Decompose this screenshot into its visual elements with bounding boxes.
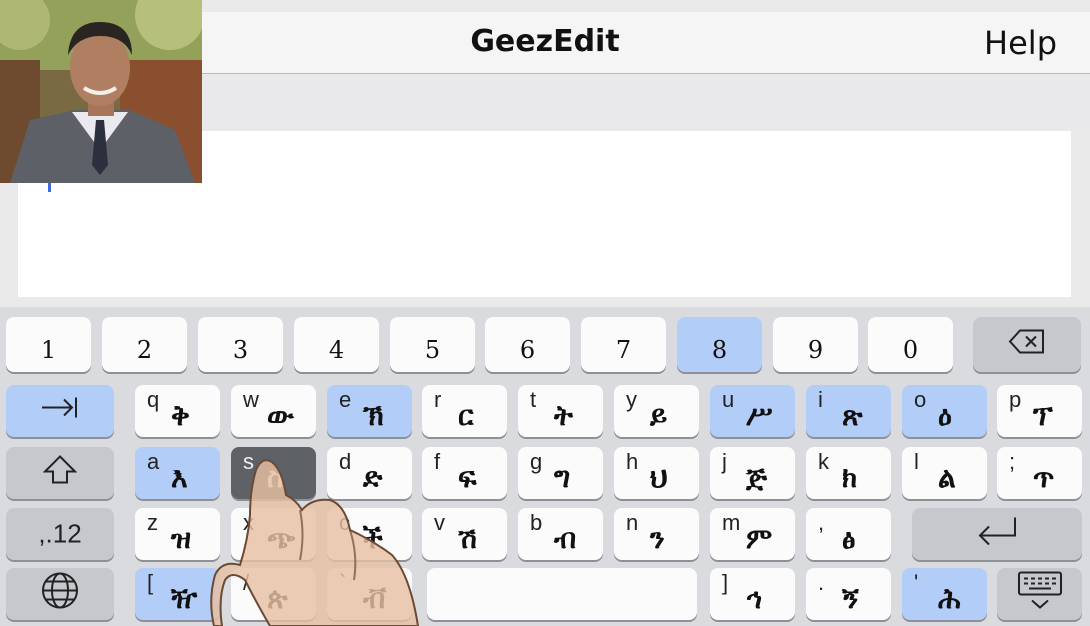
key-x[interactable]: xጭ: [231, 508, 316, 560]
key-4[interactable]: 4: [294, 317, 379, 372]
return-icon: [912, 516, 1082, 553]
key-c[interactable]: cች: [327, 508, 412, 560]
key-5[interactable]: 5: [390, 317, 475, 372]
key-n[interactable]: nን: [614, 508, 699, 560]
key-t[interactable]: tት: [518, 385, 603, 437]
key-u[interactable]: uሥ: [710, 385, 795, 437]
key-6[interactable]: 6: [485, 317, 570, 372]
hide-keyboard-key[interactable]: [997, 568, 1082, 620]
key-comma[interactable]: ,ፅ: [806, 508, 891, 560]
key-2[interactable]: 2: [102, 317, 187, 372]
key-p[interactable]: pፕ: [997, 385, 1082, 437]
keyboard-hide-icon: [997, 571, 1082, 618]
key-l[interactable]: lል: [902, 447, 987, 499]
key-apostrophe[interactable]: ' ሕ: [902, 568, 987, 620]
key-j[interactable]: jጅ: [710, 447, 795, 499]
ethiopic-keyboard: 1 2 3 4 5 6 7 8 9 0 qቅ wው eኽ rር tት yይ uሥ…: [0, 307, 1090, 626]
key-3[interactable]: 3: [198, 317, 283, 372]
shift-key[interactable]: [6, 447, 114, 499]
key-y[interactable]: yይ: [614, 385, 699, 437]
key-e[interactable]: eኽ: [327, 385, 412, 437]
key-m[interactable]: mም: [710, 508, 795, 560]
shift-icon: [6, 455, 114, 492]
key-0[interactable]: 0: [868, 317, 953, 372]
key-b[interactable]: bብ: [518, 508, 603, 560]
key-w[interactable]: wው: [231, 385, 316, 437]
help-button[interactable]: Help: [984, 24, 1057, 62]
key-period[interactable]: .ኝ: [806, 568, 891, 620]
backspace-icon: [973, 328, 1081, 361]
key-q[interactable]: qቅ: [135, 385, 220, 437]
key-g[interactable]: gግ: [518, 447, 603, 499]
key-f[interactable]: fፍ: [422, 447, 507, 499]
key-8[interactable]: 8: [677, 317, 762, 372]
key-v[interactable]: vሽ: [422, 508, 507, 560]
key-o[interactable]: oዕ: [902, 385, 987, 437]
tab-icon: [6, 395, 114, 428]
space-key[interactable]: [427, 568, 697, 620]
numbers-key[interactable]: ,.12: [6, 508, 114, 560]
return-key[interactable]: [912, 508, 1082, 560]
key-left-bracket[interactable]: [ዥ: [135, 568, 220, 620]
globe-icon: [6, 571, 114, 618]
key-slash[interactable]: / ጵ: [231, 568, 316, 620]
key-9[interactable]: 9: [773, 317, 858, 372]
key-backtick[interactable]: ` ቭ: [327, 568, 412, 620]
key-d[interactable]: dድ: [327, 447, 412, 499]
key-1[interactable]: 1: [6, 317, 91, 372]
key-7[interactable]: 7: [581, 317, 666, 372]
author-photo: [0, 0, 202, 183]
key-k[interactable]: kክ: [806, 447, 891, 499]
key-h[interactable]: hህ: [614, 447, 699, 499]
key-r[interactable]: rር: [422, 385, 507, 437]
globe-key[interactable]: [6, 568, 114, 620]
key-i[interactable]: iጽ: [806, 385, 891, 437]
key-semicolon[interactable]: ; ጥ: [997, 447, 1082, 499]
backspace-key[interactable]: [973, 317, 1081, 372]
key-z[interactable]: zዝ: [135, 508, 220, 560]
key-s[interactable]: sስ: [231, 447, 316, 499]
tab-key[interactable]: [6, 385, 114, 437]
key-right-bracket[interactable]: ] ኅ: [710, 568, 795, 620]
key-a[interactable]: aእ: [135, 447, 220, 499]
